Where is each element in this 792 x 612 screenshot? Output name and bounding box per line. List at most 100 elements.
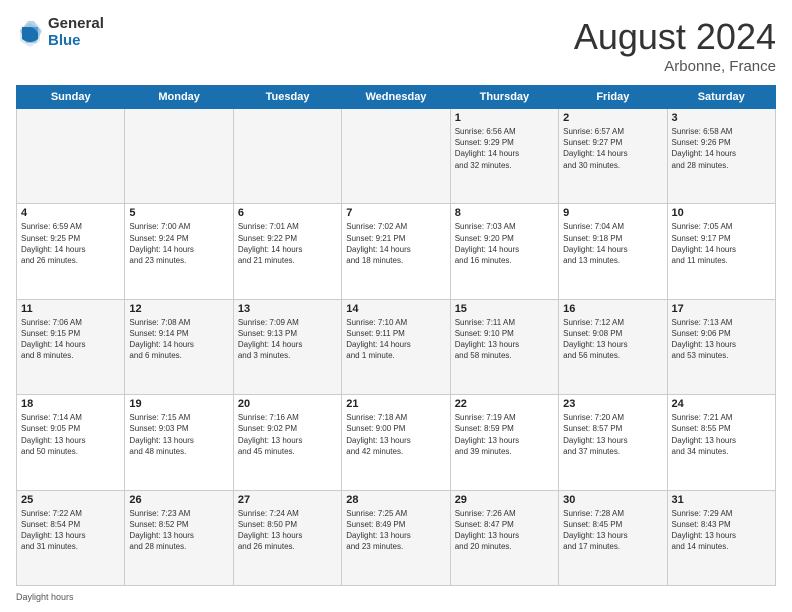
calendar-cell: 18 Sunrise: 7:14 AM Sunset: 9:05 PM Dayli… [17, 395, 125, 490]
calendar-cell: 22 Sunrise: 7:19 AM Sunset: 8:59 PM Dayli… [450, 395, 558, 490]
calendar-cell: 16 Sunrise: 7:12 AM Sunset: 9:08 PM Dayli… [559, 299, 667, 394]
day-number: 16 [563, 303, 662, 315]
day-header-row: SundayMondayTuesdayWednesdayThursdayFrid… [17, 86, 776, 109]
day-info: Sunrise: 7:13 AM Sunset: 9:06 PM Dayligh… [672, 317, 771, 362]
calendar-cell: 28 Sunrise: 7:25 AM Sunset: 8:49 PM Dayli… [342, 490, 450, 585]
day-number: 25 [21, 494, 120, 506]
day-number: 31 [672, 494, 771, 506]
day-header-friday: Friday [559, 86, 667, 109]
calendar-cell [125, 109, 233, 204]
day-number: 11 [21, 303, 120, 315]
calendar-cell: 14Sunrise: 7:10 AM Sunset: 9:11 PM Dayli… [342, 299, 450, 394]
day-number: 20 [238, 398, 337, 410]
calendar-cell: 15 Sunrise: 7:11 AM Sunset: 9:10 PM Dayli… [450, 299, 558, 394]
calendar-cell: 23Sunrise: 7:20 AM Sunset: 8:57 PM Dayli… [559, 395, 667, 490]
calendar-cell: 5 Sunrise: 7:00 AM Sunset: 9:24 PM Daylig… [125, 204, 233, 299]
calendar-cell: 19Sunrise: 7:15 AM Sunset: 9:03 PM Dayli… [125, 395, 233, 490]
calendar-cell: 25 Sunrise: 7:22 AM Sunset: 8:54 PM Dayli… [17, 490, 125, 585]
footer-label: Daylight hours [16, 592, 74, 602]
logo-icon [16, 19, 44, 47]
calendar-cell: 27 Sunrise: 7:24 AM Sunset: 8:50 PM Dayli… [233, 490, 341, 585]
week-row-1: 4Sunrise: 6:59 AM Sunset: 9:25 PM Daylig… [17, 204, 776, 299]
day-info: Sunrise: 7:22 AM Sunset: 8:54 PM Dayligh… [21, 508, 120, 553]
day-number: 26 [129, 494, 228, 506]
day-info: Sunrise: 7:06 AM Sunset: 9:15 PM Dayligh… [21, 317, 120, 362]
day-number: 18 [21, 398, 120, 410]
day-number: 3 [672, 112, 771, 124]
day-header-tuesday: Tuesday [233, 86, 341, 109]
day-number: 4 [21, 207, 120, 219]
day-info: Sunrise: 7:08 AM Sunset: 9:14 PM Dayligh… [129, 317, 228, 362]
calendar-cell [342, 109, 450, 204]
day-info: Sunrise: 7:02 AM Sunset: 9:21 PM Dayligh… [346, 221, 445, 266]
day-info: Sunrise: 7:24 AM Sunset: 8:50 PM Dayligh… [238, 508, 337, 553]
calendar-cell: 9Sunrise: 7:04 AM Sunset: 9:18 PM Daylig… [559, 204, 667, 299]
day-info: Sunrise: 7:11 AM Sunset: 9:10 PM Dayligh… [455, 317, 554, 362]
logo-text: General Blue [48, 16, 104, 49]
calendar-cell: 12Sunrise: 7:08 AM Sunset: 9:14 PM Dayli… [125, 299, 233, 394]
day-number: 23 [563, 398, 662, 410]
day-info: Sunrise: 7:19 AM Sunset: 8:59 PM Dayligh… [455, 412, 554, 457]
day-info: Sunrise: 7:14 AM Sunset: 9:05 PM Dayligh… [21, 412, 120, 457]
day-info: Sunrise: 7:28 AM Sunset: 8:45 PM Dayligh… [563, 508, 662, 553]
day-info: Sunrise: 6:57 AM Sunset: 9:27 PM Dayligh… [563, 126, 662, 171]
calendar-cell: 3 Sunrise: 6:58 AM Sunset: 9:26 PM Daylig… [667, 109, 775, 204]
calendar-body: 1Sunrise: 6:56 AM Sunset: 9:29 PM Daylig… [17, 109, 776, 586]
calendar-cell [17, 109, 125, 204]
day-info: Sunrise: 7:01 AM Sunset: 9:22 PM Dayligh… [238, 221, 337, 266]
calendar-cell: 21 Sunrise: 7:18 AM Sunset: 9:00 PM Dayli… [342, 395, 450, 490]
calendar-cell: 7 Sunrise: 7:02 AM Sunset: 9:21 PM Daylig… [342, 204, 450, 299]
day-info: Sunrise: 7:18 AM Sunset: 9:00 PM Dayligh… [346, 412, 445, 457]
day-info: Sunrise: 7:03 AM Sunset: 9:20 PM Dayligh… [455, 221, 554, 266]
calendar-cell: 11 Sunrise: 7:06 AM Sunset: 9:15 PM Dayli… [17, 299, 125, 394]
month-title: August 2024 [574, 16, 776, 58]
logo: General Blue [16, 16, 104, 49]
day-number: 15 [455, 303, 554, 315]
calendar-cell: 29 Sunrise: 7:26 AM Sunset: 8:47 PM Dayli… [450, 490, 558, 585]
location: Arbonne, France [574, 58, 776, 75]
calendar-cell: 2Sunrise: 6:57 AM Sunset: 9:27 PM Daylig… [559, 109, 667, 204]
calendar-cell [233, 109, 341, 204]
day-info: Sunrise: 7:25 AM Sunset: 8:49 PM Dayligh… [346, 508, 445, 553]
day-number: 30 [563, 494, 662, 506]
day-number: 1 [455, 112, 554, 124]
day-number: 7 [346, 207, 445, 219]
calendar-cell: 17 Sunrise: 7:13 AM Sunset: 9:06 PM Dayli… [667, 299, 775, 394]
day-number: 28 [346, 494, 445, 506]
day-info: Sunrise: 7:00 AM Sunset: 9:24 PM Dayligh… [129, 221, 228, 266]
day-header-saturday: Saturday [667, 86, 775, 109]
week-row-3: 18 Sunrise: 7:14 AM Sunset: 9:05 PM Dayli… [17, 395, 776, 490]
calendar-table: SundayMondayTuesdayWednesdayThursdayFrid… [16, 85, 776, 586]
header: General Blue August 2024 Arbonne, France [16, 16, 776, 75]
day-info: Sunrise: 7:26 AM Sunset: 8:47 PM Dayligh… [455, 508, 554, 553]
calendar-cell: 30 Sunrise: 7:28 AM Sunset: 8:45 PM Dayli… [559, 490, 667, 585]
day-info: Sunrise: 6:58 AM Sunset: 9:26 PM Dayligh… [672, 126, 771, 171]
logo-blue-text: Blue [48, 33, 104, 50]
day-number: 29 [455, 494, 554, 506]
day-info: Sunrise: 7:12 AM Sunset: 9:08 PM Dayligh… [563, 317, 662, 362]
day-number: 9 [563, 207, 662, 219]
day-number: 13 [238, 303, 337, 315]
week-row-2: 11 Sunrise: 7:06 AM Sunset: 9:15 PM Dayli… [17, 299, 776, 394]
calendar-cell: 26Sunrise: 7:23 AM Sunset: 8:52 PM Dayli… [125, 490, 233, 585]
day-header-monday: Monday [125, 86, 233, 109]
day-number: 27 [238, 494, 337, 506]
day-header-sunday: Sunday [17, 86, 125, 109]
day-number: 24 [672, 398, 771, 410]
day-number: 5 [129, 207, 228, 219]
day-number: 8 [455, 207, 554, 219]
day-number: 17 [672, 303, 771, 315]
day-header-wednesday: Wednesday [342, 86, 450, 109]
day-header-thursday: Thursday [450, 86, 558, 109]
calendar-cell: 10Sunrise: 7:05 AM Sunset: 9:17 PM Dayli… [667, 204, 775, 299]
day-number: 14 [346, 303, 445, 315]
calendar-cell: 24Sunrise: 7:21 AM Sunset: 8:55 PM Dayli… [667, 395, 775, 490]
day-info: Sunrise: 7:16 AM Sunset: 9:02 PM Dayligh… [238, 412, 337, 457]
calendar-cell: 8 Sunrise: 7:03 AM Sunset: 9:20 PM Daylig… [450, 204, 558, 299]
day-number: 21 [346, 398, 445, 410]
week-row-4: 25 Sunrise: 7:22 AM Sunset: 8:54 PM Dayli… [17, 490, 776, 585]
calendar-cell: 13Sunrise: 7:09 AM Sunset: 9:13 PM Dayli… [233, 299, 341, 394]
day-number: 22 [455, 398, 554, 410]
day-number: 19 [129, 398, 228, 410]
title-block: August 2024 Arbonne, France [574, 16, 776, 75]
